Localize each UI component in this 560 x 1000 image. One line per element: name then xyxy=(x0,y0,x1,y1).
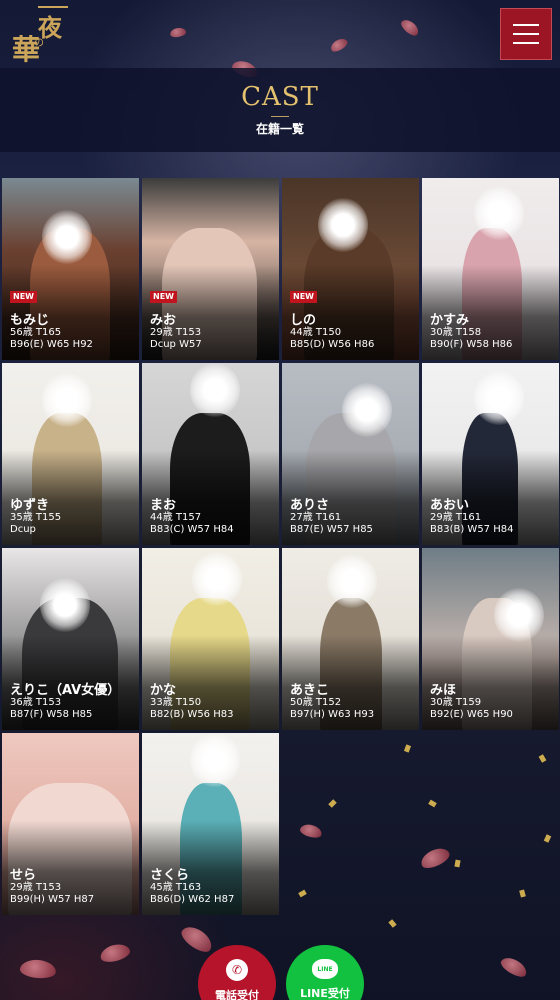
cast-card[interactable]: あおい 29歳 T161 B83(B) W57 H84 xyxy=(422,363,559,545)
cast-info: 33歳 T150 B82(B) W56 H83 xyxy=(150,697,233,721)
cast-age-height: 56歳 T165 xyxy=(10,327,62,338)
cast-measurements: B87(E) W57 H85 xyxy=(290,524,373,535)
cast-info: 35歳 T155 Dcup xyxy=(10,512,61,536)
cast-age-height: 30歳 T158 xyxy=(430,327,482,338)
cast-card[interactable]: さくら 45歳 T163 B86(D) W62 H87 xyxy=(142,733,279,915)
cast-card[interactable]: NEW もみじ 56歳 T165 B96(E) W65 H92 xyxy=(2,178,139,360)
cast-name: せら xyxy=(10,868,37,883)
cast-measurements: B97(H) W63 H93 xyxy=(290,709,375,720)
cast-name: あきこ xyxy=(290,683,330,698)
cast-measurements: B99(H) W57 H87 xyxy=(10,894,95,905)
cast-age-height: 35歳 T155 xyxy=(10,512,62,523)
cast-name: ゆずき xyxy=(10,498,50,513)
cast-card[interactable]: えりこ（AV女優） 36歳 T153 B87(F) W58 H85 xyxy=(2,548,139,730)
cast-age-height: 45歳 T163 xyxy=(150,882,202,893)
cast-measurements: B86(D) W62 H87 xyxy=(150,894,235,905)
cast-info: 45歳 T163 B86(D) W62 H87 xyxy=(150,882,234,906)
cast-info: 56歳 T165 B96(E) W65 H92 xyxy=(10,327,93,351)
cast-measurements: Dcup W57 xyxy=(150,339,202,350)
cast-age-height: 50歳 T152 xyxy=(290,697,342,708)
cast-info: 27歳 T161 B87(E) W57 H85 xyxy=(290,512,373,536)
cast-age-height: 44歳 T157 xyxy=(150,512,202,523)
page-title-band: CAST 在籍一覧 xyxy=(0,68,560,152)
cast-measurements: B87(F) W58 H85 xyxy=(10,709,93,720)
cast-card[interactable]: ありさ 27歳 T161 B87(E) W57 H85 xyxy=(282,363,419,545)
tel-button[interactable]: ✆ 電話受付 xyxy=(198,945,276,1000)
cast-name: しの xyxy=(290,313,317,328)
menu-button[interactable] xyxy=(500,8,552,60)
cast-name: かすみ xyxy=(430,313,470,328)
cast-measurements: B83(C) W57 H84 xyxy=(150,524,234,535)
cast-measurements: B96(E) W65 H92 xyxy=(10,339,93,350)
cast-name: もみじ xyxy=(10,313,50,328)
cast-info: 44歳 T157 B83(C) W57 H84 xyxy=(150,512,234,536)
page-subtitle: 在籍一覧 xyxy=(255,122,304,136)
cast-age-height: 27歳 T161 xyxy=(290,512,342,523)
cast-measurements: B85(D) W56 H86 xyxy=(290,339,375,350)
cast-card[interactable]: NEW みお 29歳 T153 Dcup W57 xyxy=(142,178,279,360)
cast-measurements: B92(E) W65 H90 xyxy=(430,709,513,720)
cast-card[interactable]: かな 33歳 T150 B82(B) W56 H83 xyxy=(142,548,279,730)
cast-name: みお xyxy=(150,313,177,328)
cast-info: 30歳 T159 B92(E) W65 H90 xyxy=(430,697,513,721)
cast-age-height: 33歳 T150 xyxy=(150,697,202,708)
cast-age-height: 29歳 T153 xyxy=(10,882,62,893)
cast-card[interactable]: ゆずき 35歳 T155 Dcup xyxy=(2,363,139,545)
logo-char-2: 夜 xyxy=(38,13,62,42)
line-label: LINE受付 xyxy=(300,987,350,1000)
cast-card[interactable]: みほ 30歳 T159 B92(E) W65 H90 xyxy=(422,548,559,730)
cast-measurements: B82(B) W56 H83 xyxy=(150,709,234,720)
tel-label: 電話受付 xyxy=(215,989,259,1000)
cast-name: ありさ xyxy=(290,498,330,513)
site-header: 華 の 夜 xyxy=(0,0,560,68)
cast-age-height: 29歳 T153 xyxy=(150,327,202,338)
cast-age-height: 30歳 T159 xyxy=(430,697,482,708)
cast-info: 29歳 T153 Dcup W57 xyxy=(150,327,202,351)
cast-measurements: B83(B) W57 H84 xyxy=(430,524,514,535)
hamburger-icon xyxy=(513,24,539,26)
cast-info: 29歳 T161 B83(B) W57 H84 xyxy=(430,512,513,536)
new-badge: NEW xyxy=(290,291,317,303)
cast-name: あおい xyxy=(430,498,470,513)
cast-age-height: 36歳 T153 xyxy=(10,697,62,708)
cast-info: 50歳 T152 B97(H) W63 H93 xyxy=(290,697,374,721)
cast-info: 30歳 T158 B90(F) W58 H86 xyxy=(430,327,512,351)
cast-card[interactable]: せら 29歳 T153 B99(H) W57 H87 xyxy=(2,733,139,915)
cast-measurements: B90(F) W58 H86 xyxy=(430,339,513,350)
cast-name: まお xyxy=(150,498,177,513)
cast-card[interactable]: まお 44歳 T157 B83(C) W57 H84 xyxy=(142,363,279,545)
cast-name: えりこ（AV女優） xyxy=(10,683,121,698)
line-button[interactable]: LINE LINE受付 xyxy=(286,945,364,1000)
cast-age-height: 29歳 T161 xyxy=(430,512,482,523)
cast-card[interactable]: かすみ 30歳 T158 B90(F) W58 H86 xyxy=(422,178,559,360)
phone-icon: ✆ xyxy=(226,959,248,981)
cast-name: かな xyxy=(150,683,177,698)
site-logo[interactable]: 華 の 夜 xyxy=(8,6,70,66)
cast-card[interactable]: NEW しの 44歳 T150 B85(D) W56 H86 xyxy=(282,178,419,360)
cast-info: 44歳 T150 B85(D) W56 H86 xyxy=(290,327,374,351)
cast-info: 29歳 T153 B99(H) W57 H87 xyxy=(10,882,94,906)
cast-grid: NEW もみじ 56歳 T165 B96(E) W65 H92 NEW みお 29歳 T15… xyxy=(2,178,559,915)
cast-name: みほ xyxy=(430,683,457,698)
cast-measurements: Dcup xyxy=(10,524,36,535)
line-icon: LINE xyxy=(312,959,338,979)
cast-name: さくら xyxy=(150,868,190,883)
new-badge: NEW xyxy=(10,291,37,303)
title-divider xyxy=(271,116,289,117)
cast-info: 36歳 T153 B87(F) W58 H85 xyxy=(10,697,92,721)
cast-card[interactable]: あきこ 50歳 T152 B97(H) W63 H93 xyxy=(282,548,419,730)
cast-age-height: 44歳 T150 xyxy=(290,327,342,338)
new-badge: NEW xyxy=(150,291,177,303)
page-title: CAST xyxy=(241,82,319,112)
